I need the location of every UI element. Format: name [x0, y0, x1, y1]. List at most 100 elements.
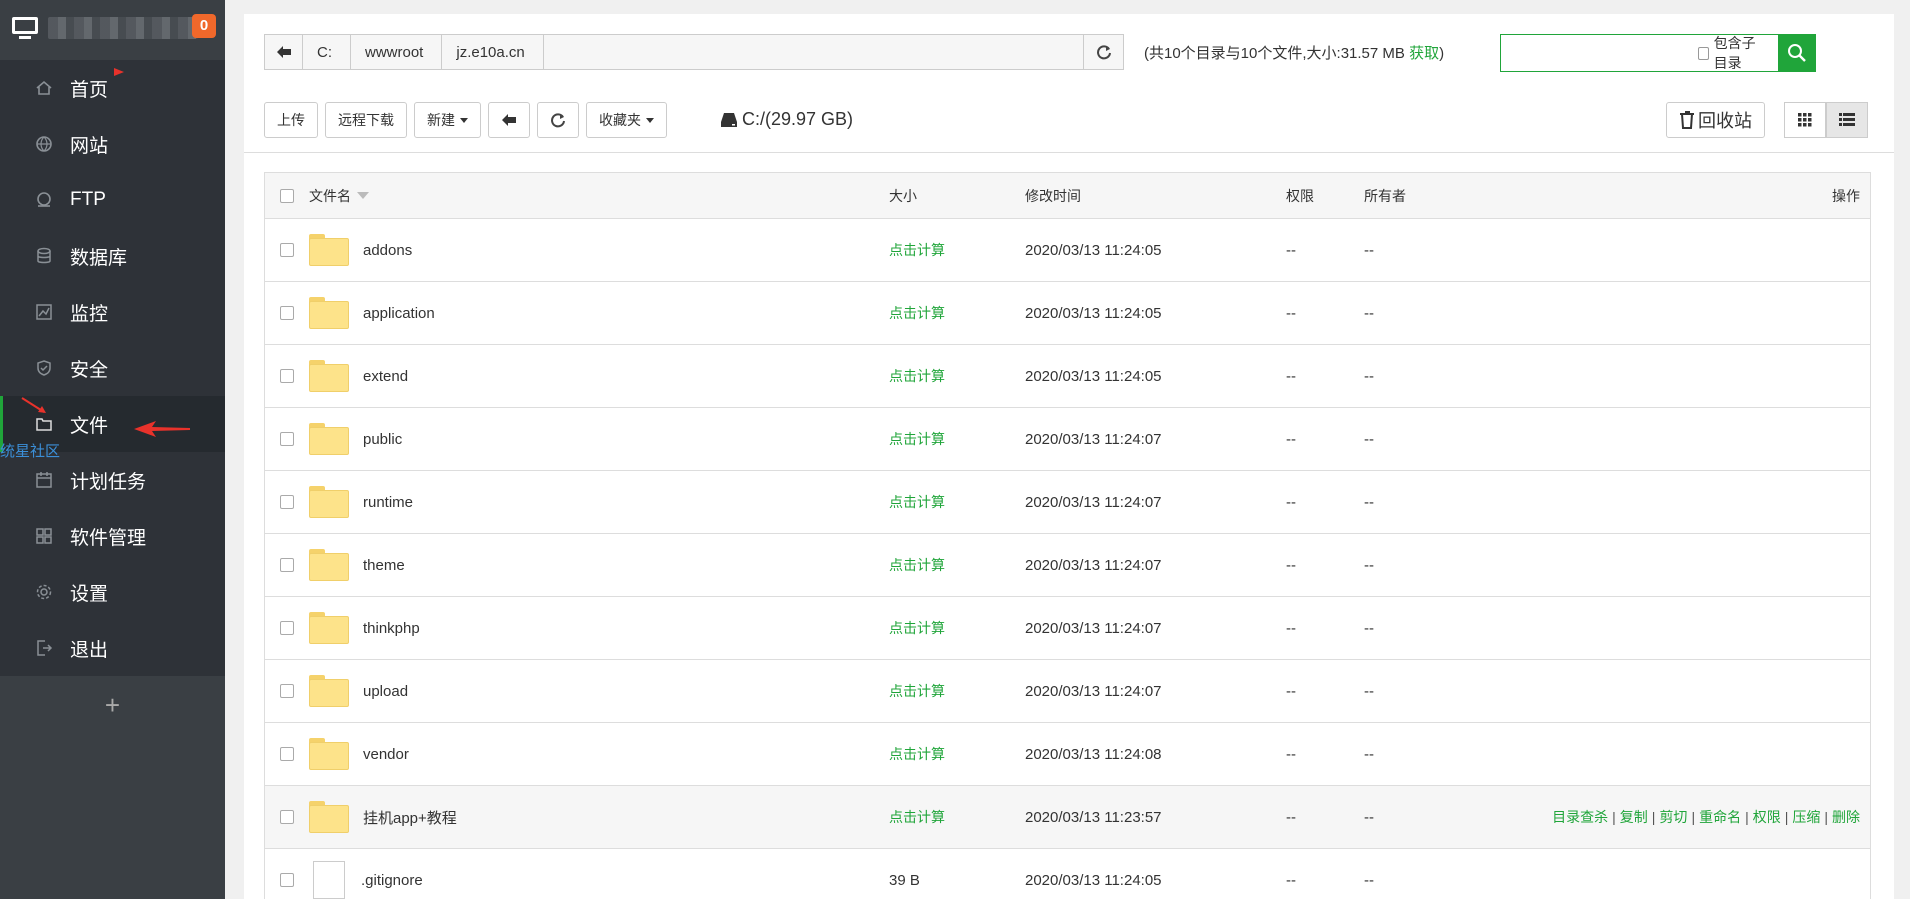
back-button[interactable]: [488, 102, 530, 138]
header-name[interactable]: 文件名: [309, 186, 889, 206]
list-view-button[interactable]: [1826, 102, 1868, 138]
table-row[interactable]: 挂机app+教程 点击计算 2020/03/13 11:23:57 -- -- 目录查杀 |…: [265, 786, 1870, 849]
table-row[interactable]: addons 点击计算 2020/03/13 11:24:05 -- --: [265, 219, 1870, 282]
sidebar-item-ftp[interactable]: FTP: [0, 172, 225, 228]
sidebar-item-monitor[interactable]: 监控: [0, 284, 225, 340]
file-size[interactable]: 点击计算: [889, 240, 1025, 260]
file-name[interactable]: 挂机app+教程: [363, 807, 457, 828]
row-action-link[interactable]: 压缩: [1792, 809, 1820, 825]
table-row[interactable]: .gitignore 39 B 2020/03/13 11:24:05 -- --: [265, 849, 1870, 899]
file-name[interactable]: extend: [363, 368, 408, 385]
file-name[interactable]: upload: [363, 683, 408, 700]
table-row[interactable]: application 点击计算 2020/03/13 11:24:05 -- --: [265, 282, 1870, 345]
file-name[interactable]: addons: [363, 242, 412, 259]
breadcrumb-item[interactable]: wwwroot: [351, 35, 443, 69]
file-owner: --: [1364, 367, 1374, 385]
path-back-button[interactable]: [265, 35, 303, 69]
sidebar-item-label: 网站: [70, 135, 109, 157]
favorites-dropdown-button[interactable]: 收藏夹: [586, 102, 667, 138]
row-action-link[interactable]: 删除: [1832, 809, 1860, 825]
disk-selector[interactable]: C:/(29.97 GB): [720, 109, 853, 130]
file-size[interactable]: 点击计算: [889, 681, 1025, 701]
row-action-link[interactable]: 权限: [1753, 809, 1781, 825]
row-checkbox[interactable]: [280, 558, 294, 572]
row-checkbox[interactable]: [280, 810, 294, 824]
new-dropdown-button[interactable]: 新建: [414, 102, 481, 138]
sidebar-item-database[interactable]: 数据库: [0, 228, 225, 284]
path-refresh-button[interactable]: [1083, 35, 1123, 69]
table-row[interactable]: public 点击计算 2020/03/13 11:24:07 -- --: [265, 408, 1870, 471]
remote-download-button[interactable]: 远程下载: [325, 102, 407, 138]
refresh-button[interactable]: [537, 102, 579, 138]
breadcrumb-item[interactable]: jz.e10a.cn: [442, 35, 544, 69]
file-name[interactable]: .gitignore: [361, 872, 423, 889]
table-row[interactable]: thinkphp 点击计算 2020/03/13 11:24:07 -- --: [265, 597, 1870, 660]
file-perm: --: [1286, 367, 1296, 385]
sidebar-item-security[interactable]: 安全: [0, 340, 225, 396]
table-row[interactable]: theme 点击计算 2020/03/13 11:24:07 -- --: [265, 534, 1870, 597]
file-mtime: 2020/03/13 11:24:08: [1025, 745, 1162, 763]
file-name[interactable]: public: [363, 431, 402, 448]
row-checkbox[interactable]: [280, 873, 294, 887]
header-mtime[interactable]: 修改时间: [1025, 186, 1286, 206]
table-row[interactable]: runtime 点击计算 2020/03/13 11:24:07 -- --: [265, 471, 1870, 534]
row-checkbox[interactable]: [280, 306, 294, 320]
sidebar-item-label: 设置: [70, 583, 109, 605]
file-name[interactable]: thinkphp: [363, 620, 420, 637]
search-button[interactable]: [1778, 35, 1815, 71]
row-checkbox[interactable]: [280, 369, 294, 383]
file-size[interactable]: 点击计算: [889, 429, 1025, 449]
sidebar-item-settings[interactable]: 设置: [0, 564, 225, 620]
row-action-link[interactable]: 重命名: [1699, 809, 1741, 825]
file-size[interactable]: 点击计算: [889, 366, 1025, 386]
row-checkbox[interactable]: [280, 747, 294, 761]
folder-icon: [309, 612, 349, 644]
server-name-blurred: [48, 16, 198, 39]
path-input-area[interactable]: [544, 35, 1083, 69]
breadcrumb-item[interactable]: C:: [303, 35, 351, 69]
sidebar-item-software[interactable]: 软件管理: [0, 508, 225, 564]
header-size[interactable]: 大小: [889, 186, 1025, 206]
sidebar-item-logout[interactable]: 退出: [0, 620, 225, 676]
file-size[interactable]: 点击计算: [889, 618, 1025, 638]
hard-drive-icon: [721, 112, 737, 127]
ftp-icon: [34, 190, 54, 210]
file-size[interactable]: 点击计算: [889, 492, 1025, 512]
row-action-link[interactable]: 目录查杀: [1552, 809, 1608, 825]
select-all-checkbox[interactable]: [280, 188, 294, 203]
file-size[interactable]: 点击计算: [889, 303, 1025, 323]
file-size[interactable]: 点击计算: [889, 807, 1025, 827]
file-name[interactable]: vendor: [363, 746, 409, 763]
row-checkbox[interactable]: [280, 432, 294, 446]
file-name[interactable]: theme: [363, 557, 405, 574]
file-name[interactable]: application: [363, 305, 435, 322]
home-icon: [34, 78, 54, 98]
row-action-link[interactable]: 复制: [1620, 809, 1648, 825]
notification-badge[interactable]: 0: [192, 14, 216, 38]
include-subdir-toggle[interactable]: 包含子目录: [1698, 35, 1778, 71]
folder-icon: [309, 738, 349, 770]
grid-view-button[interactable]: [1784, 102, 1826, 138]
sidebar-item-website[interactable]: 网站: [0, 116, 225, 172]
search-input[interactable]: [1501, 35, 1698, 71]
upload-button[interactable]: 上传: [264, 102, 318, 138]
table-row[interactable]: vendor 点击计算 2020/03/13 11:24:08 -- --: [265, 723, 1870, 786]
file-name[interactable]: runtime: [363, 494, 413, 511]
file-mtime: 2020/03/13 11:23:57: [1025, 808, 1162, 826]
file-size[interactable]: 点击计算: [889, 744, 1025, 764]
table-row[interactable]: upload 点击计算 2020/03/13 11:24:07 -- --: [265, 660, 1870, 723]
include-subdir-checkbox[interactable]: [1698, 46, 1709, 60]
table-row[interactable]: extend 点击计算 2020/03/13 11:24:05 -- --: [265, 345, 1870, 408]
recycle-bin-button[interactable]: 回收站: [1666, 102, 1765, 138]
trash-icon: [1680, 111, 1694, 129]
row-checkbox[interactable]: [280, 621, 294, 635]
separator: |: [1612, 809, 1616, 825]
gear-icon: [34, 582, 54, 602]
row-checkbox[interactable]: [280, 243, 294, 257]
file-size[interactable]: 点击计算: [889, 555, 1025, 575]
add-menu-button[interactable]: +: [0, 690, 225, 721]
row-action-link[interactable]: 剪切: [1659, 809, 1687, 825]
row-checkbox[interactable]: [280, 684, 294, 698]
fetch-size-link[interactable]: 获取: [1409, 45, 1439, 62]
row-checkbox[interactable]: [280, 495, 294, 509]
